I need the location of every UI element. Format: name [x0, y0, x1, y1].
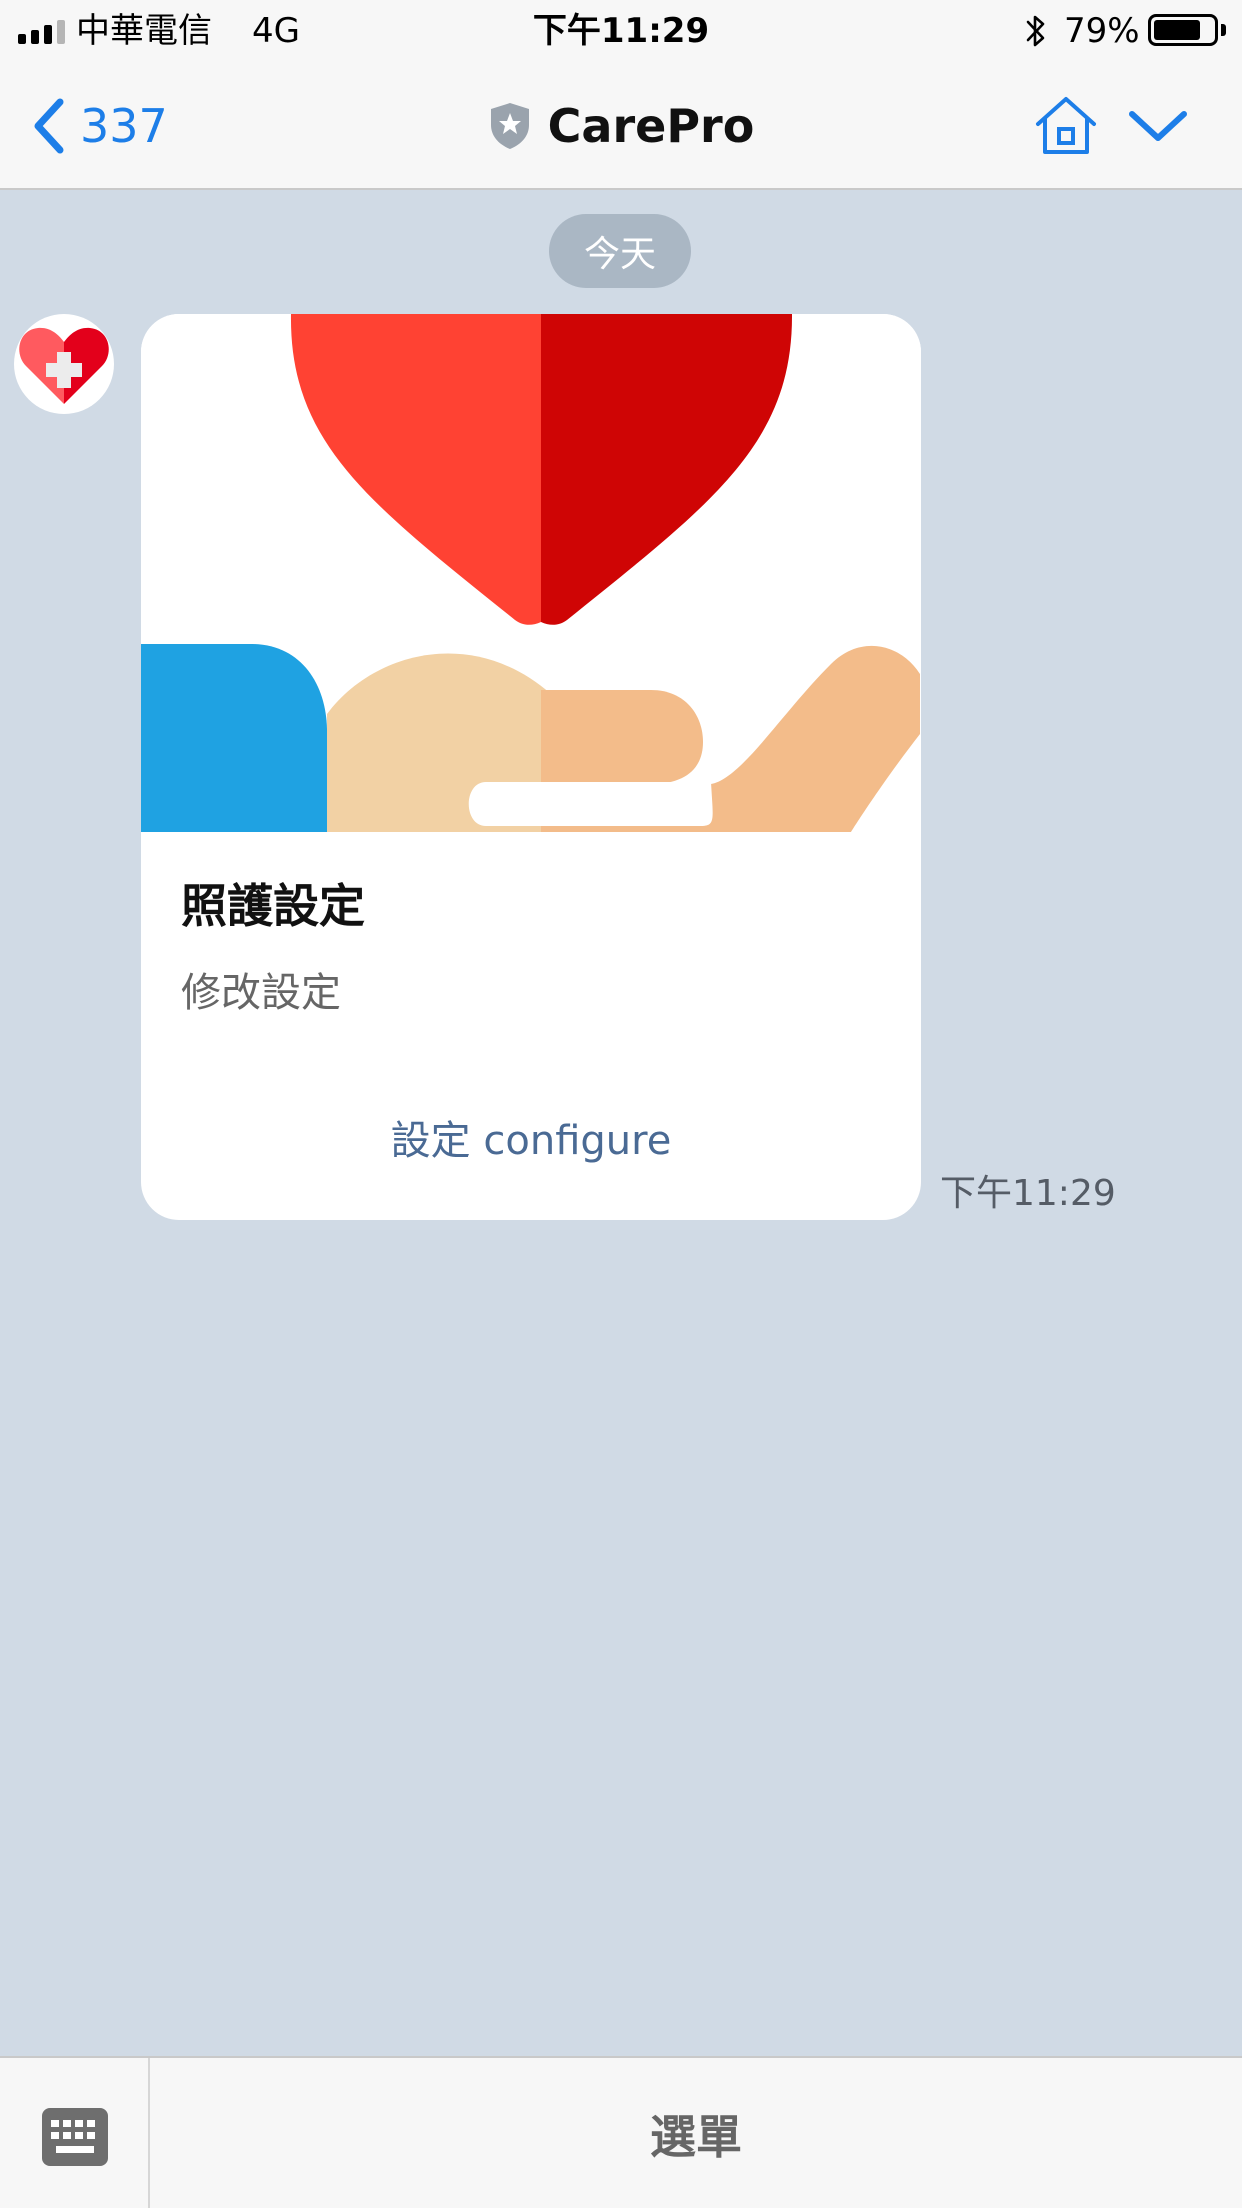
heart-medical-cross-icon — [19, 327, 109, 404]
chevron-down-icon[interactable] — [1126, 106, 1190, 146]
status-bar: 中華電信 4G 下午11:29 79% — [0, 0, 1242, 62]
shield-star-icon — [490, 103, 529, 149]
menu-button[interactable]: 選單 — [150, 2058, 1242, 2208]
battery-level-fill — [1154, 20, 1200, 40]
battery-icon — [1148, 14, 1218, 46]
card-title: 照護設定 — [181, 879, 365, 933]
page-title: CarePro — [547, 99, 755, 153]
home-icon[interactable] — [1032, 94, 1100, 158]
chat-screen: 中華電信 4G 下午11:29 79% 337 CarePro 今天 照護設定 … — [0, 0, 1242, 2208]
keyboard-toggle-button[interactable] — [0, 2058, 150, 2208]
message-card: 照護設定 修改設定 設定 configure — [141, 314, 921, 1220]
date-separator: 今天 — [549, 214, 691, 288]
status-time: 下午11:29 — [532, 11, 710, 51]
heart-in-hand-image — [141, 314, 921, 832]
battery-cap — [1221, 24, 1226, 36]
card-subtitle: 修改設定 — [181, 970, 341, 1016]
battery-percent: 79% — [1064, 11, 1140, 51]
configure-button[interactable]: 設定 configure — [141, 1106, 921, 1176]
nav-bar: 337 CarePro — [0, 62, 1242, 190]
keyboard-icon — [42, 2108, 108, 2166]
avatar[interactable] — [14, 314, 114, 414]
bluetooth-icon — [1026, 15, 1045, 47]
message-timestamp: 下午11:29 — [940, 1173, 1116, 1214]
bottom-bar: 選單 — [0, 2056, 1242, 2208]
